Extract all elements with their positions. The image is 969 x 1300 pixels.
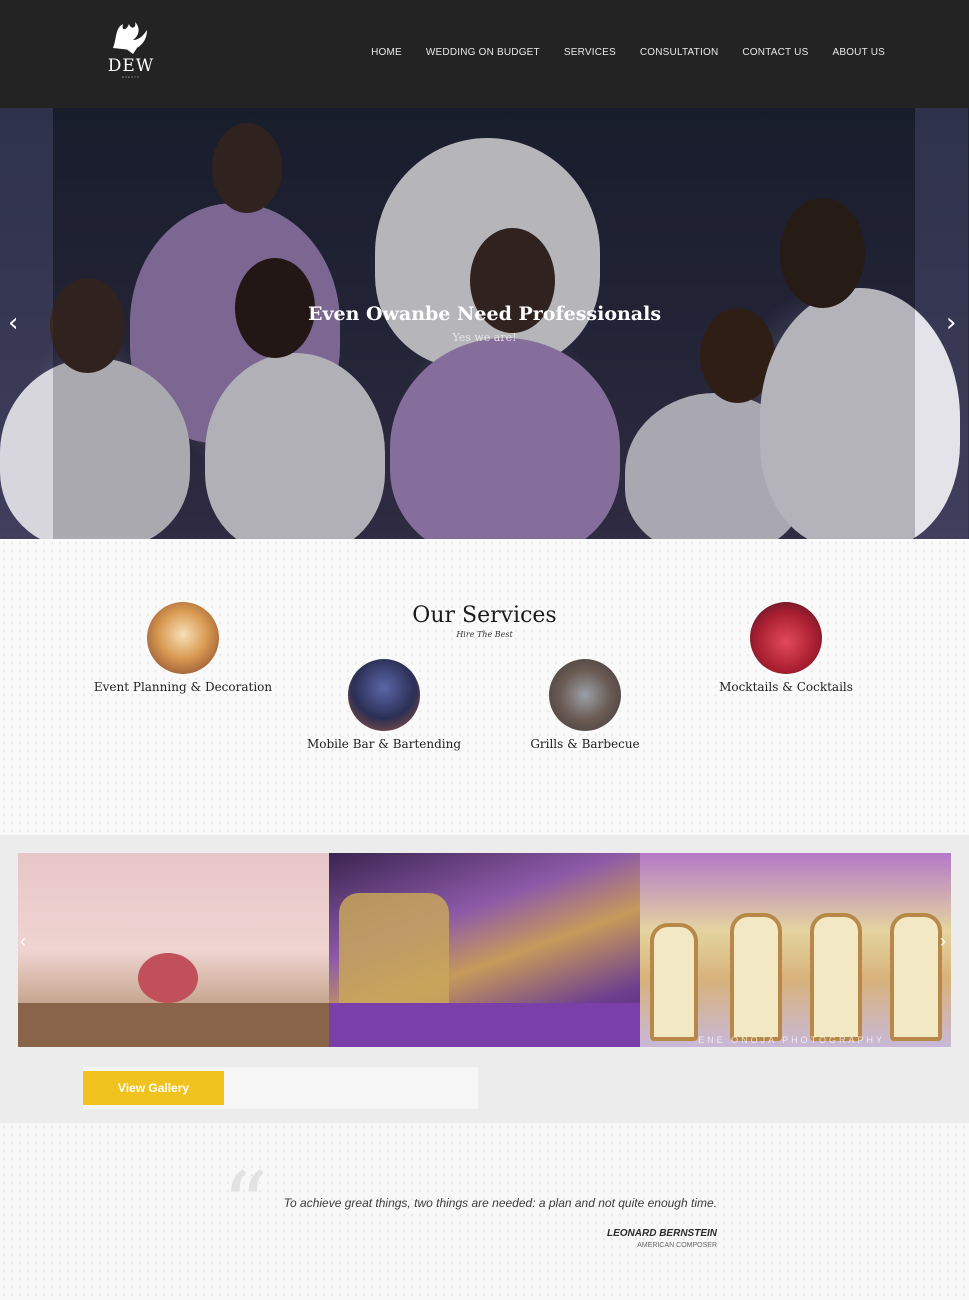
gallery-button-strip: View Gallery	[83, 1067, 478, 1109]
service-mobile-bar[interactable]: Mobile Bar & Bartending	[284, 659, 484, 751]
gallery-section: ENE ONOJA PHOTOGRAPHY ‹ › View Gallery	[0, 835, 969, 1123]
nav-services[interactable]: SERVICES	[564, 47, 616, 58]
hero-subtitle: Yes we are!	[452, 331, 517, 344]
site-logo[interactable]: DEW EVENTS	[103, 18, 159, 82]
service-image	[549, 659, 621, 731]
main-nav: HOME WEDDING ON BUDGET SERVICES CONSULTA…	[347, 47, 885, 58]
nav-about-us[interactable]: ABOUT US	[832, 47, 885, 58]
pegasus-logo-icon	[113, 22, 147, 54]
quote-author-role: AMERICAN COMPOSER	[637, 1242, 717, 1249]
quote-author: LEONARD BERNSTEIN	[606, 1228, 717, 1239]
service-event-planning[interactable]: Event Planning & Decoration	[83, 602, 283, 694]
photo-watermark: ENE ONOJA PHOTOGRAPHY	[698, 1035, 885, 1045]
hero-title: Even Owanbe Need Professionals	[307, 303, 662, 325]
quote-text: To achieve great things, two things are …	[283, 1196, 717, 1210]
hero-slider: Even Owanbe Need Professionals Yes we ar…	[0, 108, 969, 539]
gallery-next-icon[interactable]: ›	[940, 931, 946, 952]
services-section: Our Services Hire The Best Event Plannin…	[0, 539, 969, 835]
nav-wedding-on-budget[interactable]: WEDDING ON BUDGET	[426, 47, 540, 58]
service-label: Mobile Bar & Bartending	[306, 737, 462, 751]
gallery-image-chairs[interactable]: ENE ONOJA PHOTOGRAPHY	[640, 853, 951, 1047]
service-image	[750, 602, 822, 674]
service-label: Event Planning & Decoration	[93, 680, 273, 694]
site-header: DEW EVENTS HOME WEDDING ON BUDGET SERVIC…	[0, 0, 969, 108]
gallery-image-table-setting[interactable]	[18, 853, 329, 1047]
service-image	[348, 659, 420, 731]
nav-home[interactable]: HOME	[371, 47, 402, 58]
chevron-right-icon[interactable]: ›	[946, 310, 956, 336]
service-mocktails[interactable]: Mocktails & Cocktails	[686, 602, 886, 694]
nav-consultation[interactable]: CONSULTATION	[640, 47, 719, 58]
view-gallery-button[interactable]: View Gallery	[83, 1071, 224, 1105]
gallery-prev-icon[interactable]: ‹	[20, 931, 26, 952]
chevron-left-icon[interactable]: ‹	[8, 310, 18, 336]
logo-subtext: EVENTS	[121, 75, 140, 79]
service-grills[interactable]: Grills & Barbecue	[485, 659, 685, 751]
gallery-image-gold-bar[interactable]	[329, 853, 640, 1047]
service-label: Grills & Barbecue	[530, 737, 640, 751]
service-label: Mocktails & Cocktails	[719, 680, 853, 694]
service-image	[147, 602, 219, 674]
quote-section: “ To achieve great things, two things ar…	[0, 1123, 969, 1300]
logo-text: DEW	[107, 56, 155, 76]
nav-contact-us[interactable]: CONTACT US	[742, 47, 808, 58]
